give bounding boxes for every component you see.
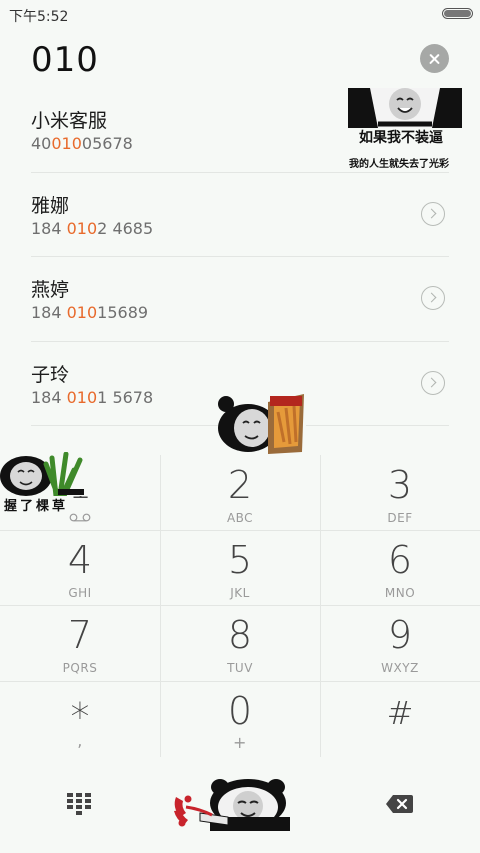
key-letters: DEF (387, 511, 413, 525)
backspace-icon[interactable] (385, 794, 414, 814)
key-digit: 8 (227, 613, 253, 657)
contact-name: 小米客服 (31, 110, 108, 132)
key-digit: 7 (67, 613, 93, 657)
sticker-caption: 我的人生就失去了光彩 (349, 159, 449, 170)
panda-meme-image (348, 88, 462, 128)
number-match-highlight: 010 (66, 387, 98, 407)
chevron-right-circle-icon[interactable] (421, 370, 445, 395)
key-letters: WXYZ (381, 661, 419, 675)
key-hash[interactable]: # (320, 681, 480, 757)
key-4[interactable]: 4 GHI (0, 530, 160, 606)
key-letters: JKL (230, 586, 250, 600)
voicemail-icon (69, 513, 91, 522)
panda-grass-sticker: 握了棵草 (0, 452, 84, 514)
call-button[interactable] (170, 777, 295, 833)
contact-name: 燕婷 (31, 279, 70, 301)
number-match-highlight: 010 (66, 303, 98, 322)
contact-number: 184 01015689 (31, 303, 149, 322)
key-7[interactable]: 7 PQRS (0, 605, 160, 681)
panda-snack-sticker (218, 392, 306, 454)
key-digit: 0 (227, 689, 253, 733)
number-match-highlight: 010 (66, 218, 98, 238)
sticker-caption: 握了棵草 (4, 499, 69, 514)
key-6[interactable]: 6 MNO (320, 530, 480, 606)
panda-grass-image (0, 452, 84, 496)
key-3[interactable]: 3 DEF (320, 455, 480, 531)
panda-meme-sticker-top: 如果我不装逼 我的人生就失去了光彩 (348, 88, 462, 172)
key-digit: 3 (387, 463, 413, 507)
key-digit: 5 (227, 538, 253, 582)
battery-icon (442, 8, 473, 19)
panda-meme-sticker (199, 779, 290, 831)
key-5[interactable]: 5 JKL (160, 530, 320, 606)
sticker-caption: 如果我不装逼 (359, 130, 443, 146)
contact-name: 子玲 (31, 363, 70, 386)
bottom-action-bar (0, 757, 480, 853)
contact-number: 184 0101 5678 (31, 387, 154, 407)
clear-icon[interactable] (420, 44, 449, 73)
key-letters: MNO (384, 586, 416, 600)
key-letters: GHI (68, 586, 92, 600)
status-time: 下午5:52 (9, 9, 69, 25)
chevron-right-circle-icon[interactable] (421, 286, 445, 310)
key-letters: + (233, 733, 247, 752)
chevron-right-circle-icon[interactable] (421, 201, 445, 226)
key-2[interactable]: 2 ABC (160, 455, 320, 531)
key-8[interactable]: 8 TUV (160, 605, 320, 681)
key-letters: TUV (227, 661, 253, 675)
contact-number: 4001005678 (31, 134, 133, 153)
contact-number: 184 0102 4685 (31, 218, 154, 238)
dialpad-icon[interactable] (67, 793, 91, 817)
status-bar: 下午5:52 (0, 0, 480, 28)
contact-row[interactable]: 燕婷 184 01015689 (0, 257, 480, 342)
contact-name: 雅娜 (31, 194, 70, 217)
key-digit: 4 (67, 538, 93, 582)
key-letters: PQRS (62, 661, 98, 675)
key-letters: , (77, 731, 83, 750)
contact-row[interactable]: 雅娜 184 0102 4685 (0, 173, 480, 258)
key-star[interactable]: * , (0, 681, 160, 757)
key-digit: 9 (387, 613, 413, 657)
number-match-highlight: 010 (51, 134, 82, 153)
key-0[interactable]: 0 + (160, 681, 320, 757)
dialed-number[interactable]: 010 (31, 40, 99, 80)
key-digit: 6 (387, 538, 413, 582)
key-digit: # (386, 694, 414, 732)
key-letters: ABC (226, 511, 254, 525)
key-9[interactable]: 9 WXYZ (320, 605, 480, 681)
key-digit: 2 (227, 463, 253, 507)
